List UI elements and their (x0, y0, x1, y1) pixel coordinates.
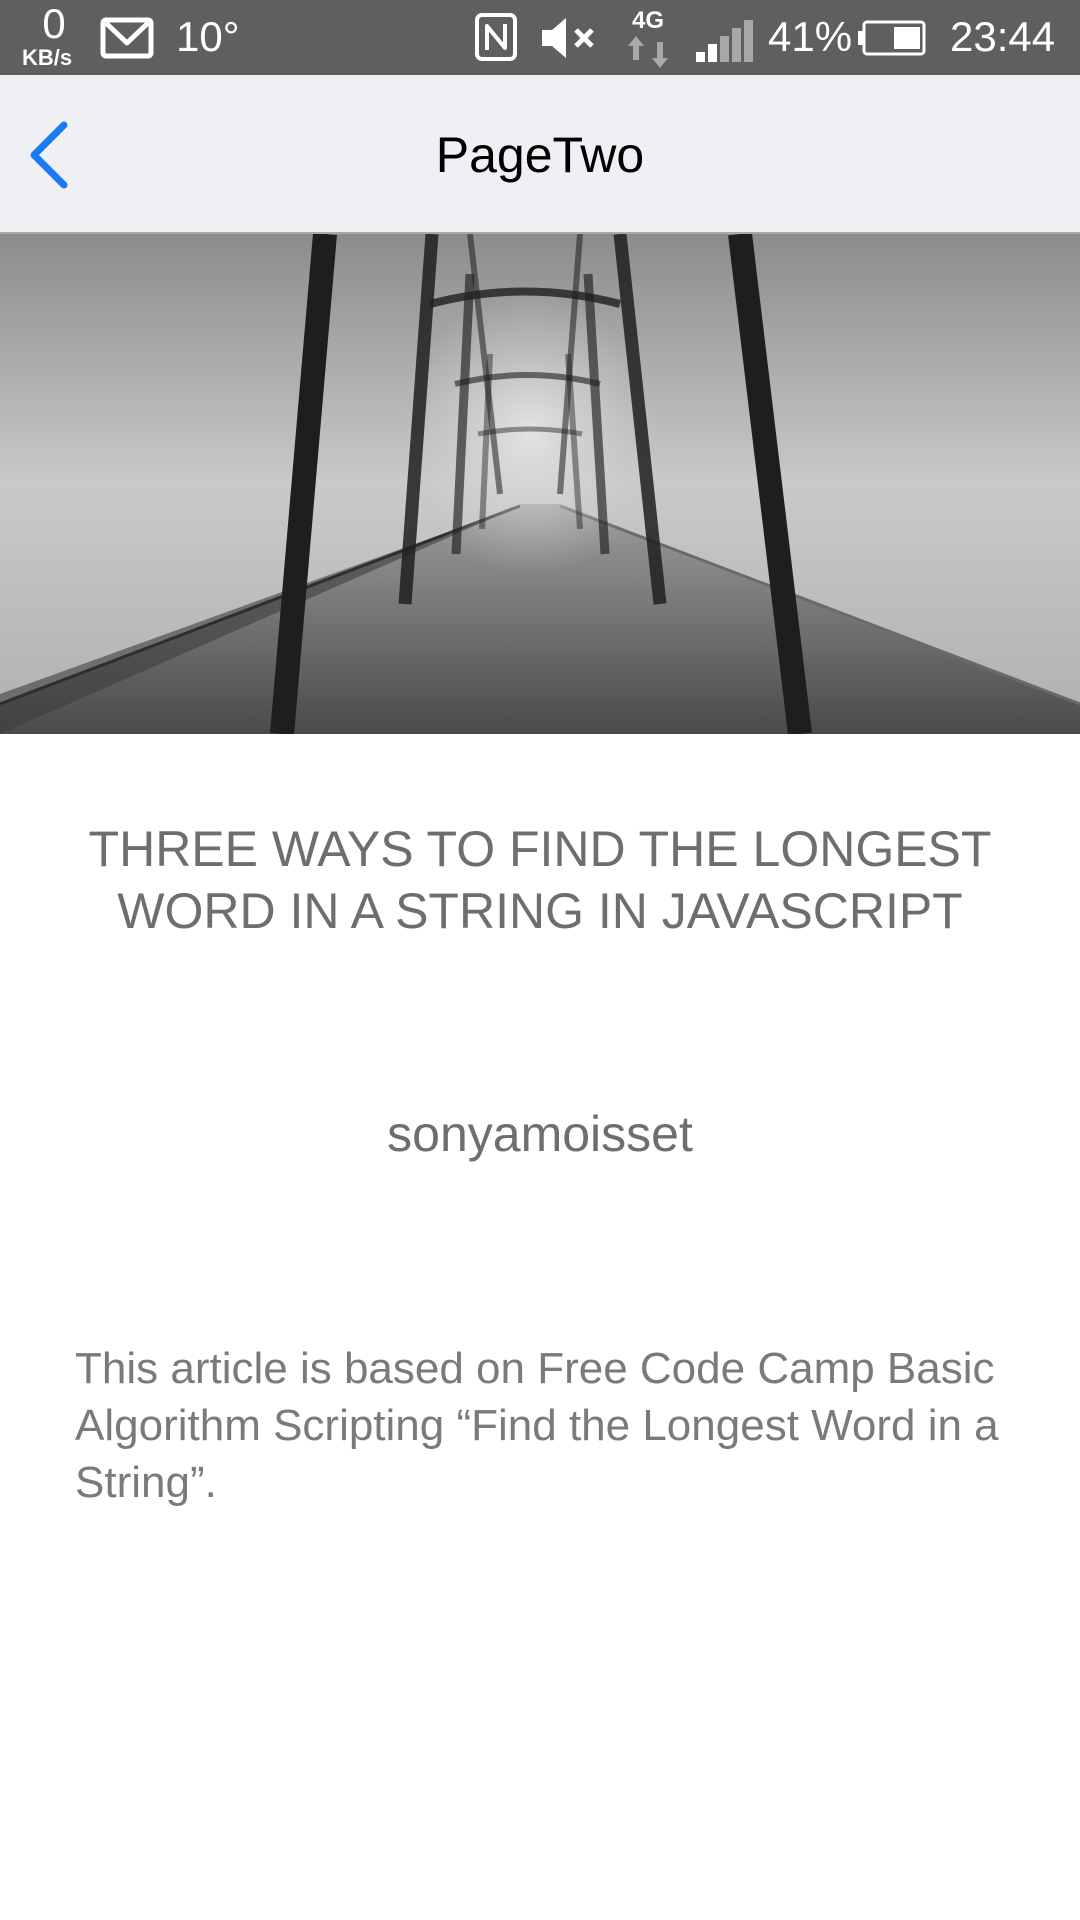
article-title: THREE WAYS TO FIND THE LONGEST WORD IN A… (88, 821, 992, 939)
foggy-pier-photo (0, 234, 1080, 734)
nfc-icon (475, 13, 517, 61)
clock: 23:44 (950, 13, 1056, 60)
mail-icon (100, 17, 154, 59)
article-body: This article is based on Free Code Camp … (75, 1344, 999, 1507)
temperature: 10° (176, 13, 240, 60)
network-speed: 0 (42, 0, 66, 47)
mute-icon (542, 18, 594, 58)
network-type-label: 4G (632, 7, 664, 34)
battery-icon (858, 20, 926, 56)
navigation-bar: PageTwo (0, 75, 1080, 234)
page-title: PageTwo (435, 127, 645, 183)
article-hero-image (0, 234, 1080, 734)
battery-percent: 41% (768, 13, 853, 60)
signal-icon (696, 20, 753, 62)
network-4g-icon: 4G (628, 7, 668, 68)
article-author: sonyamoisset (387, 1106, 693, 1162)
status-bar: 0 KB/s 10° 4G 41% 23:44 (0, 0, 1080, 75)
network-speed-unit: KB/s (22, 45, 73, 70)
